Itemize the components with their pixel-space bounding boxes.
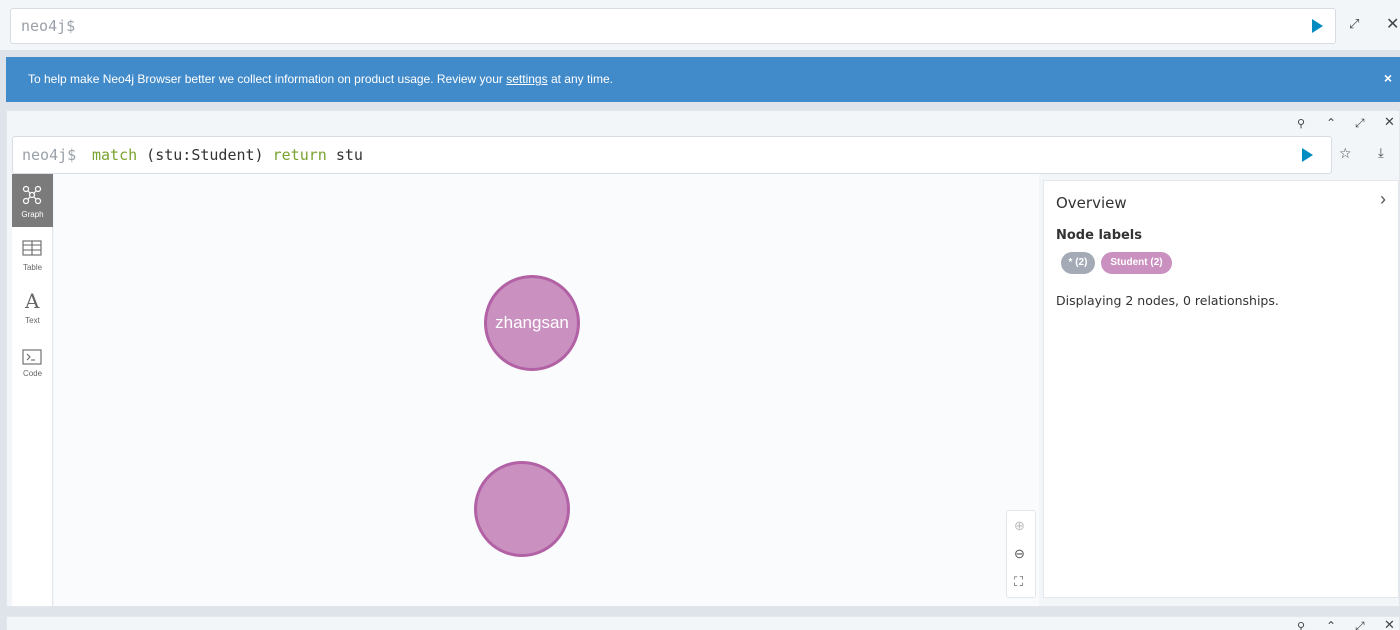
zoom-out-icon[interactable]: ⊖ <box>1014 546 1025 562</box>
close-icon[interactable]: ✕ <box>1386 16 1399 32</box>
query-variable: stu <box>326 146 363 164</box>
frame-fullscreen-icon[interactable]: ⤢ <box>1355 117 1365 129</box>
table-icon <box>22 240 42 256</box>
frame-run-icon[interactable] <box>1302 148 1313 162</box>
tab-graph[interactable]: Graph <box>12 174 53 227</box>
query-text: match (stu:Student) return stu <box>92 146 363 164</box>
pin-icon[interactable]: ⚲ <box>1297 621 1305 630</box>
favorite-star-icon[interactable]: ☆ <box>1339 147 1352 161</box>
banner-message: To help make Neo4j Browser better we col… <box>28 72 613 86</box>
text-icon: A <box>25 289 40 313</box>
tab-code-label: Code <box>22 369 43 378</box>
tab-code[interactable]: Code <box>12 333 53 386</box>
tab-table[interactable]: Table <box>12 227 53 280</box>
fullscreen-icon[interactable]: ⤢ <box>1349 18 1359 31</box>
frame-query-editor[interactable]: neo4j$ match (stu:Student) return stu <box>12 136 1332 174</box>
keyword-return: return <box>272 146 327 164</box>
banner-close-icon[interactable]: × <box>1384 70 1392 86</box>
overview-title: Overview <box>1056 194 1127 212</box>
overview-panel: Overview › Node labels * (2) Student (2)… <box>1043 180 1399 598</box>
tab-text-label: Text <box>25 316 40 325</box>
collapse-icon[interactable]: ⌃ <box>1326 620 1336 630</box>
query-input[interactable]: neo4j$ <box>10 8 1336 44</box>
result-frame: ⚲ ⌃ ⤢ ✕ neo4j$ match (stu:Student) retur… <box>6 110 1400 607</box>
tab-graph-label: Graph <box>21 210 44 219</box>
settings-link[interactable]: settings <box>506 72 547 86</box>
chevron-right-icon[interactable]: › <box>1380 189 1386 210</box>
banner-text: To help make Neo4j Browser better we col… <box>28 72 507 86</box>
next-frame: ⚲ ⌃ ⤢ ✕ <box>6 616 1400 630</box>
frame-prompt: neo4j$ <box>22 146 77 164</box>
graph-node[interactable] <box>474 461 570 557</box>
pin-icon[interactable]: ⚲ <box>1297 118 1305 129</box>
frame-fullscreen-icon[interactable]: ⤢ <box>1355 620 1365 630</box>
frame-close-icon[interactable]: ✕ <box>1384 619 1395 630</box>
banner-text-after: at any time. <box>547 72 613 86</box>
fit-to-screen-icon[interactable]: ⛶ <box>1014 574 1023 590</box>
frame-close-icon[interactable]: ✕ <box>1384 116 1395 129</box>
label-pill-all[interactable]: * (2) <box>1061 252 1095 274</box>
label-pill-student[interactable]: Student (2) <box>1101 252 1172 274</box>
code-icon <box>22 349 42 365</box>
tab-text[interactable]: A Text <box>12 280 53 333</box>
download-icon[interactable]: ⤓ <box>1378 147 1384 160</box>
prompt-label: neo4j$ <box>21 17 76 35</box>
query-pattern: (stu:Student) <box>137 146 273 164</box>
overview-description: Displaying 2 nodes, 0 relationships. <box>1056 293 1279 308</box>
graph-canvas[interactable]: zhangsan <box>54 174 1039 606</box>
graph-icon <box>22 185 42 205</box>
graph-node[interactable]: zhangsan <box>484 275 580 371</box>
keyword-match: match <box>92 146 138 164</box>
run-icon[interactable] <box>1312 19 1323 33</box>
node-labels-heading: Node labels <box>1056 228 1143 243</box>
view-tabs: Graph Table A Text Code <box>12 174 53 606</box>
tab-table-label: Table <box>22 263 43 272</box>
usage-banner: To help make Neo4j Browser better we col… <box>6 57 1400 102</box>
zoom-controls: ⊕ ⊖ ⛶ <box>1006 510 1036 598</box>
node-caption: zhangsan <box>495 313 569 332</box>
zoom-in-icon[interactable]: ⊕ <box>1014 518 1025 534</box>
collapse-icon[interactable]: ⌃ <box>1326 117 1336 129</box>
top-editor-bar: neo4j$ ⤢ ✕ <box>0 0 1400 50</box>
